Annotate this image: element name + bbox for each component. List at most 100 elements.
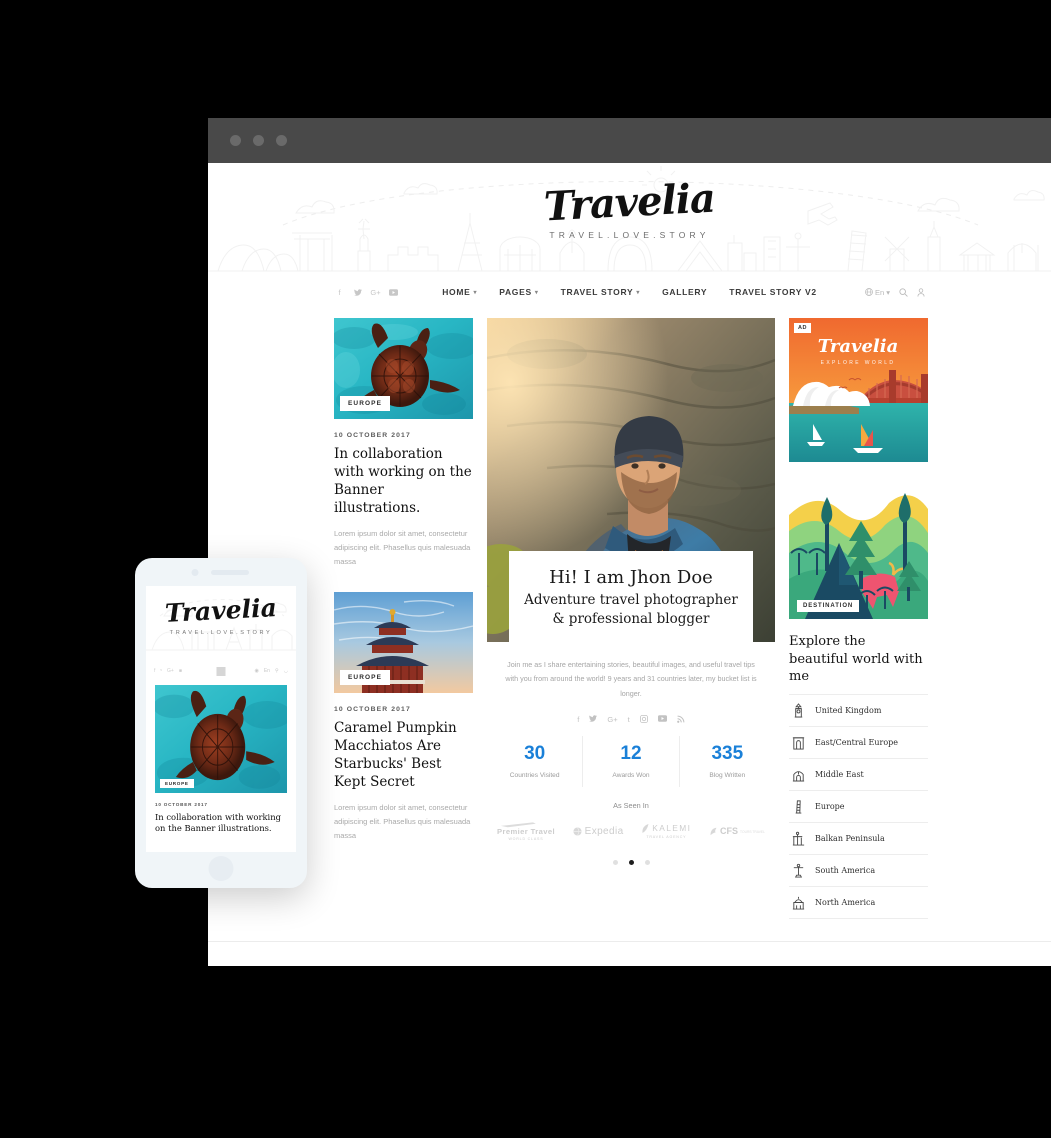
destination-list-item[interactable]: Europe: [789, 791, 928, 823]
stat-item: 12 Awards Won: [583, 736, 680, 788]
phone-article-thumbnail[interactable]: EUROPE: [155, 685, 287, 793]
capitol-icon: [792, 896, 805, 910]
ad-badge: AD: [794, 323, 811, 333]
brand-name: KALEMI: [652, 823, 692, 834]
nav-item-travel-story-v2[interactable]: TRAVEL STORY V2: [729, 287, 817, 297]
nav-item-home-label: HOME: [442, 287, 471, 297]
site-logo[interactable]: Travelia TRAVEL.LOVE.STORY: [208, 175, 1051, 240]
destination-tag[interactable]: DESTINATION: [797, 600, 860, 612]
phone-article-date: 10 OCTOBER 2017: [155, 802, 208, 807]
instagram-icon[interactable]: [639, 715, 648, 724]
phone-home-button[interactable]: [208, 856, 234, 881]
window-maximize-dot[interactable]: [276, 135, 287, 146]
twitter-icon[interactable]: [589, 715, 598, 724]
carousel-dot-1[interactable]: [612, 860, 618, 866]
article-thumbnail[interactable]: EUROPE: [334, 592, 473, 694]
destination-label: Balkan Peninsula: [815, 833, 885, 843]
chevron-down-icon: ▾: [636, 289, 641, 296]
user-account-icon[interactable]: ◡: [284, 668, 288, 674]
hero-social-links: f G+ t: [487, 715, 775, 724]
article-title[interactable]: Caramel Pumpkin Macchiatos Are Starbucks…: [334, 720, 473, 792]
big-ben-icon: [794, 702, 803, 718]
right-sidebar: AD Travelia EXPLORE WORLD DESTINATION Ex…: [789, 318, 928, 919]
language-selector[interactable]: En ▾: [865, 288, 890, 297]
phone-article-category-tag[interactable]: EUROPE: [160, 779, 194, 788]
navbar-social-links: f G+: [335, 288, 398, 297]
destination-list-item[interactable]: East/Central Europe: [789, 727, 928, 759]
window-close-dot[interactable]: [230, 135, 241, 146]
phone-logo-tagline: TRAVEL.LOVE.STORY: [169, 630, 273, 636]
leaning-tower-icon: [795, 800, 802, 814]
carousel-dot-2[interactable]: [628, 860, 634, 866]
article-excerpt: Lorem ipsum dolor sit amet, consectetur …: [334, 528, 471, 566]
google-plus-icon[interactable]: G+: [370, 288, 380, 297]
destination-label: North America: [815, 897, 876, 907]
window-minimize-dot[interactable]: [253, 135, 264, 146]
twitter-icon[interactable]: ᵛ: [160, 668, 162, 674]
phone-logo[interactable]: Travelia TRAVEL.LOVE.STORY: [146, 593, 296, 636]
bird-icon: [710, 828, 717, 836]
facebook-icon[interactable]: f: [335, 288, 344, 297]
nav-item-home[interactable]: HOME ▾: [442, 287, 477, 297]
facebook-icon[interactable]: f: [154, 668, 155, 674]
navbar-menu: HOME ▾ PAGES ▾ TRAVEL STORY ▾ GALLERY TR…: [442, 287, 817, 297]
left-articles-column: EUROPE 10 OCTOBER 2017 In collaboration …: [334, 318, 473, 867]
ad-logo-text: Travelia: [818, 336, 898, 357]
globe-icon[interactable]: ◉: [254, 668, 258, 674]
browser-chrome: [208, 118, 1051, 163]
rss-icon[interactable]: [676, 715, 685, 724]
stat-label: Countries Visited: [509, 772, 560, 780]
phone-language-label[interactable]: En: [264, 668, 270, 674]
user-account-icon[interactable]: [917, 287, 925, 297]
destination-label: United Kingdom: [815, 705, 882, 715]
article-card[interactable]: EUROPE 10 OCTOBER 2017 Caramel Pumpkin M…: [334, 592, 473, 842]
ad-banner[interactable]: AD Travelia EXPLORE WORLD: [789, 318, 928, 462]
destination-card[interactable]: DESTINATION: [789, 475, 928, 619]
destination-list-item[interactable]: North America: [789, 887, 928, 919]
article-title[interactable]: In collaboration with working on the Ban…: [334, 446, 473, 518]
destination-list-item[interactable]: Middle East: [789, 759, 928, 791]
hero-block: Hi! I am Jhon Doe Adventure travel photo…: [487, 318, 775, 644]
destination-label: South America: [815, 865, 876, 875]
youtube-icon[interactable]: [389, 288, 398, 297]
facebook-icon[interactable]: f: [577, 715, 579, 724]
navbar-utilities: En ▾: [865, 288, 925, 297]
nav-item-travel-story[interactable]: TRAVEL STORY ▾: [561, 287, 641, 297]
google-plus-icon[interactable]: G+: [167, 668, 174, 674]
carousel-dot-3[interactable]: [644, 860, 650, 866]
destination-list-item[interactable]: South America: [789, 855, 928, 887]
article-card[interactable]: EUROPE 10 OCTOBER 2017 In collaboration …: [334, 318, 473, 568]
sea-turtle-photo: [155, 685, 287, 793]
google-plus-icon[interactable]: G+: [607, 715, 617, 724]
tumblr-icon[interactable]: t: [628, 715, 630, 724]
phone-article-title[interactable]: In collaboration with working on the Ban…: [155, 812, 287, 835]
search-icon[interactable]: [899, 287, 908, 297]
ad-tagline-text: EXPLORE WORLD: [821, 360, 896, 366]
explore-section-title: Explore the beautiful world with me: [789, 634, 923, 685]
destination-list-item[interactable]: Balkan Peninsula: [789, 823, 928, 855]
stat-item: 335 Blog Written: [680, 736, 775, 787]
hero-description: Join me as I share entertaining stories,…: [505, 660, 757, 698]
destination-list: United Kingdom East/Central Europe Middl…: [789, 693, 928, 919]
article-category-tag[interactable]: EUROPE: [340, 396, 391, 411]
destination-list-item[interactable]: United Kingdom: [789, 693, 928, 727]
hamburger-menu-icon[interactable]: [216, 666, 226, 676]
search-icon[interactable]: ⚲: [275, 668, 279, 674]
hero-subtitle: Adventure travel photographer & professi…: [524, 591, 738, 628]
hero-name: Hi! I am Jhon Doe: [549, 567, 713, 589]
phone-camera-icon: [191, 569, 199, 576]
article-category-tag[interactable]: EUROPE: [340, 670, 391, 686]
nav-item-pages[interactable]: PAGES ▾: [499, 287, 538, 297]
phone-logo-wordmark: Travelia: [164, 593, 278, 628]
logo-wordmark: Travelia: [542, 174, 717, 231]
stat-label: Awards Won: [612, 772, 650, 780]
twitter-icon[interactable]: [353, 288, 362, 297]
stat-value: 335: [711, 743, 744, 765]
website-viewport: Travelia TRAVEL.LOVE.STORY f G+ HOME ▾ P…: [208, 163, 1051, 966]
nav-item-gallery[interactable]: GALLERY: [662, 287, 707, 297]
article-thumbnail[interactable]: EUROPE: [334, 318, 473, 419]
youtube-icon[interactable]: [657, 715, 667, 724]
forest-mountain-illustration: [789, 475, 928, 619]
youtube-icon[interactable]: ■: [179, 668, 182, 674]
leaf-icon: [642, 824, 649, 834]
